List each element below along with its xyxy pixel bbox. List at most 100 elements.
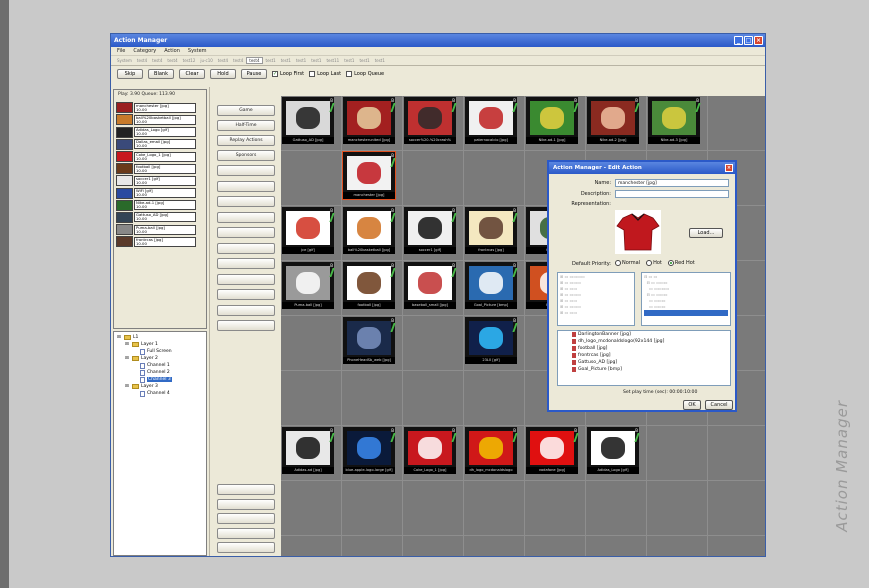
action-tile[interactable]: Bfrontrcas [jpg] [465,207,518,254]
empty-category-button[interactable] [217,227,275,238]
grid-cell[interactable] [281,481,342,536]
action-tile[interactable]: Bdh_logo_mcdonaldslogo [465,427,518,474]
tab-item[interactable]: test4 [216,58,230,63]
loop-queue-checkbox[interactable]: Loop Queue [346,70,384,77]
grid-cell[interactable] [281,316,342,371]
empty-category-button[interactable] [217,542,275,553]
action-tile[interactable]: Bvodafone [jpg] [526,427,579,474]
action-tile[interactable]: Bfootball [jpg] [343,262,396,309]
grid-cell[interactable] [708,426,765,481]
grid-cell[interactable] [708,481,765,536]
file-list-item[interactable]: DarlingtonBanner [jpg] [558,331,730,338]
action-tile[interactable]: B Nike-ad-2 [jpg] [587,97,640,144]
grid-cell[interactable] [525,481,586,536]
grid-cell[interactable] [525,536,586,556]
empty-category-button[interactable] [217,289,275,300]
empty-category-button[interactable] [217,180,275,192]
tab-item[interactable]: test4 [231,58,245,63]
minimize-icon[interactable]: _ [734,36,743,45]
action-tile[interactable]: B Gattuso_AD [jpg] [282,97,335,144]
grid-cell[interactable] [647,426,708,481]
action-tile[interactable]: B Goal_Picture [bmp] [465,262,518,309]
grid-cell[interactable] [403,316,464,371]
action-tile[interactable]: Bjce [gif] [282,207,335,254]
grid-cell[interactable] [342,536,403,556]
category-button[interactable]: Sponsors [217,150,275,161]
tab-item[interactable]: test4 [246,57,263,64]
file-list-item[interactable]: dh_logo_mcdonaldslogo(92x144 [jpg] [558,338,730,345]
queue-item[interactable]: Nike-ad-1 [jpg] 10.00 [116,199,196,212]
queue-item[interactable]: Puma-ball [jpg] 10.00 [116,224,196,236]
clear-button[interactable]: Clear [179,68,205,79]
priority-radio[interactable]: Hot [646,260,662,266]
tab-item[interactable]: ju-c10 [198,58,214,63]
action-tile[interactable]: B Adidas-ad [jpg] [282,427,335,474]
tab-item[interactable]: test12 [181,58,198,63]
priority-radio[interactable]: Red Hot [667,260,695,266]
action-tile[interactable]: B PhoneHeadSb_web [jpg] [343,317,396,364]
load-button[interactable]: Load... [689,228,723,238]
expand-icon[interactable]: ⊟ [125,356,130,361]
expand-icon[interactable]: ⊟ [125,342,130,347]
tab-item[interactable]: test1 [294,58,308,63]
tab-item[interactable]: test1 [357,58,371,63]
action-tile[interactable]: B Nike-ad-3 [jpg] [648,97,701,144]
tab-item[interactable]: test4 [135,58,149,63]
tree-node[interactable]: ⊟ Layer 3 [117,383,203,390]
empty-category-button[interactable] [217,304,275,316]
priority-radio[interactable]: Normal [615,260,640,266]
description-field[interactable] [615,190,729,198]
empty-category-button[interactable] [217,320,275,331]
tab-item[interactable]: test1 [309,58,323,63]
tree-node[interactable]: Channel 2 [117,369,203,376]
blank-button[interactable]: Blank [148,68,174,79]
empty-category-button[interactable] [217,498,275,510]
queue-item[interactable]: ball%20basketball [jpg] 10.00 [116,114,196,126]
grid-cell[interactable] [586,481,647,536]
action-tile[interactable]: B Puma-ball [jpg] [282,262,335,309]
close-icon[interactable]: × [754,36,763,45]
ok-button[interactable]: OK [683,400,701,410]
grid-cell[interactable] [708,536,765,556]
grid-cell[interactable] [464,481,525,536]
grid-cell[interactable] [403,151,464,206]
action-tile[interactable]: Bsoccer%20-%20crash% [404,97,457,144]
queue-item[interactable]: Gattuso_AD [jpg] 10.00 [116,211,196,224]
grid-cell[interactable] [647,536,708,556]
action-tile[interactable]: Bmanchester [jpg] [342,151,396,200]
category-tree-list[interactable]: ⊞ ▭ ▭▭▭▭ ⊞ ▭ ▭▭▭ ⊞ ▭ ▭▭ ⊞ ▭ ▭▭▭ ⊞ ▭ ▭▭ ⊞ ▭ ▭▭… [557,272,635,326]
action-tile[interactable]: B Nike-ad-1 [jpg] [526,97,579,144]
file-list-item[interactable]: frontrcas [jpg] [558,352,730,359]
queue-item[interactable]: Coke_Logo_1 [jpg] 10.00 [116,151,196,163]
category-button[interactable]: Game [217,105,275,116]
grid-cell[interactable] [464,151,525,206]
tree-node[interactable]: ⊟ L1 [117,334,203,341]
loop-last-checkbox[interactable]: Loop Last [309,70,341,77]
tree-node[interactable]: ⊟ Layer 2 [117,355,203,362]
action-tile[interactable]: Bbaseball_small [jpg] [404,262,457,309]
empty-category-button[interactable] [217,165,275,176]
queue-item[interactable]: frontrcas [jpg] 10.00 [116,236,196,248]
queue-item[interactable]: Adidas_Logo [gif] 10.00 [116,126,196,138]
tab-item[interactable]: test1 [373,58,387,63]
action-tile[interactable]: B Coke_Logo_1 [jpg] [404,427,457,474]
file-list-item[interactable]: football [jpg] [558,345,730,352]
grid-cell[interactable] [464,371,525,426]
expand-icon[interactable]: ⊟ [125,384,130,389]
grid-cell[interactable] [403,371,464,426]
tree-node[interactable]: Channel 3 [117,376,203,383]
queue-item[interactable]: Dallas_email [jpg] 10.00 [116,138,196,151]
tab-item[interactable]: test1 [342,58,356,63]
action-tile[interactable]: B Adidas_Logo [gif] [587,427,640,474]
grid-cell[interactable] [403,536,464,556]
loop-first-checkbox[interactable]: ✓ Loop First [272,70,304,77]
layer-tree-list[interactable]: ⊟ ▭ ▭ ⊟ ▭ ▭▭▭ ▭ ▭▭▭▭ ⊟ ▭ ▭▭▭ ▭ ▭▭▭ ▭ ▭▭▭ [641,272,731,326]
action-tile[interactable]: Bsoccer1 [gif] [404,207,457,254]
tab-item[interactable]: test1 [264,58,278,63]
menu-item[interactable]: Category [133,48,156,54]
empty-category-button[interactable] [217,211,275,223]
tab-item[interactable]: test4 [165,58,179,63]
queue-item[interactable]: soccer1 [gif] 10.00 [116,175,196,187]
action-tile[interactable]: Bmanchesterunited [jpg] [343,97,396,144]
queue-item[interactable]: WiFi [gif] 10.00 [116,187,196,199]
